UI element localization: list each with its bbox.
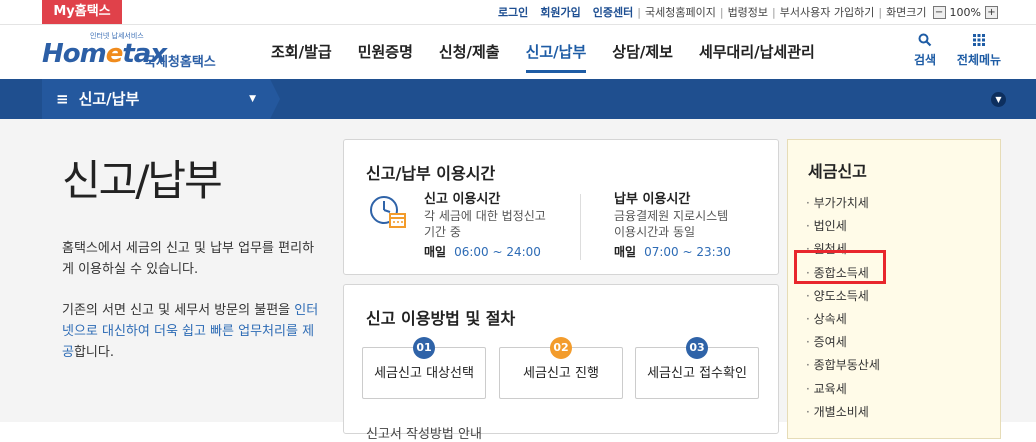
logo-korean-name: 국세청홈택스 [144, 55, 216, 70]
breadcrumb-bar: ≡ 신고/납부 ▼ ▼ [0, 79, 1036, 119]
tax-item-vat[interactable]: 부가가치세 [806, 192, 880, 215]
tax-item-property[interactable]: 종합부동산세 [806, 354, 880, 377]
tax-item-corporate[interactable]: 법인세 [806, 215, 880, 238]
breadcrumb-dropdown[interactable]: ≡ 신고/납부 ▼ [42, 79, 270, 119]
global-nav: 조회/발급 민원증명 신청/제출 신고/납부 상담/제보 세무대리/납세관리 [258, 25, 828, 79]
divider: | [637, 5, 641, 19]
tax-item-consumption[interactable]: 개별소비세 [806, 401, 880, 424]
zoom-control: − 100% + [932, 5, 998, 19]
tax-item-education[interactable]: 교육세 [806, 378, 880, 401]
payment-hours: 납부 이용시간 금융결제원 지로시스템 이용시간과 동일 매일 07:00 ~ 2… [614, 192, 731, 259]
gnb-inquiry-issuance[interactable]: 조회/발급 [258, 25, 345, 79]
utility-links: 로그인 회원가입 인증센터 | 국세청홈페이지 | 법령정보 | 부서사용자 가… [486, 4, 998, 20]
tax-filing-menu: 세금신고 부가가치세 법인세 원천세 종합소득세 양도소득세 상속세 증여세 종… [787, 139, 1001, 439]
clock-calendar-icon [368, 192, 408, 232]
intro-section: 신고/납부 홈택스에서 세금의 신고 및 납부 업무를 편리하게 이용하실 수 … [62, 147, 322, 363]
gnb-civil-certificate[interactable]: 민원증명 [345, 25, 426, 79]
divider [580, 194, 581, 260]
search-button[interactable]: 검색 [905, 33, 945, 68]
page-title: 신고/납부 [62, 156, 223, 205]
zoom-value: 100% [949, 5, 981, 19]
tax-item-capital-gains[interactable]: 양도소득세 [806, 285, 880, 308]
my-hometax-button[interactable]: My홈택스 [42, 0, 122, 24]
signup-link[interactable]: 회원가입 [540, 4, 580, 20]
gnb-tax-agent[interactable]: 세무대리/납세관리 [686, 25, 828, 79]
law-info-link[interactable]: 법령정보 [728, 4, 768, 20]
step-proceed-filing[interactable]: 02 세금신고 진행 [499, 337, 623, 399]
step-number: 02 [550, 337, 572, 359]
utility-bar: My홈택스 로그인 회원가입 인증센터 | 국세청홈페이지 | 법령정보 | 부… [0, 0, 1036, 25]
tax-filing-title: 세금신고 [808, 162, 867, 181]
zoom-out-button[interactable]: − [932, 5, 946, 19]
expand-chevron-icon[interactable]: ▼ [991, 92, 1006, 107]
tax-item-gift[interactable]: 증여세 [806, 331, 880, 354]
tax-list: 부가가치세 법인세 원천세 종합소득세 양도소득세 상속세 증여세 종합부동산세… [806, 192, 880, 424]
procedure-card: 신고 이용방법 및 절차 01 세금신고 대상선택 02 세금신고 진행 03 … [343, 284, 779, 442]
search-label: 검색 [913, 53, 937, 67]
gnb-application[interactable]: 신청/제출 [426, 25, 513, 79]
step-number: 01 [413, 337, 435, 359]
gnb-consult-report[interactable]: 상담/제보 [599, 25, 686, 79]
procedure-title: 신고 이용방법 및 절차 [366, 309, 516, 328]
breadcrumb-arrow [270, 79, 280, 119]
step-number: 03 [686, 337, 708, 359]
filing-hours: 신고 이용시간 각 세금에 대한 법정신고 기간 중 매일 06:00 ~ 24:… [424, 192, 546, 259]
search-icon [905, 33, 945, 51]
intro-paragraph-2: 기존의 서면 신고 및 세무서 방문의 불편을 인터넷으로 대신하여 더욱 쉽고… [62, 303, 319, 360]
main-content: 신고/납부 홈택스에서 세금의 신고 및 납부 업무를 편리하게 이용하실 수 … [0, 119, 1036, 442]
nts-homepage-link[interactable]: 국세청홈페이지 [645, 4, 716, 20]
dept-user-signup-link[interactable]: 부서사용자 가입하기 [780, 4, 875, 20]
all-menu-button[interactable]: 전체메뉴 [953, 33, 1005, 68]
login-link[interactable]: 로그인 [498, 4, 528, 20]
hometax-logo[interactable]: 인터넷 납세서비스 Hometax 국세청홈택스 [42, 31, 222, 75]
usage-time-title: 신고/납부 이용시간 [366, 164, 496, 183]
main-header: 인터넷 납세서비스 Hometax 국세청홈택스 조회/발급 민원증명 신청/제… [0, 25, 1036, 79]
usage-time-card: 신고/납부 이용시간 신고 이용시간 각 세금에 대한 법정신고 기간 중 매일… [343, 139, 779, 275]
all-menu-label: 전체메뉴 [956, 53, 1002, 67]
step-select-target[interactable]: 01 세금신고 대상선택 [362, 337, 486, 399]
grid-menu-icon [953, 33, 1005, 51]
caret-down-icon: ▼ [249, 94, 256, 104]
divider: | [772, 5, 776, 19]
intro-paragraph-1: 홈택스에서 세금의 신고 및 납부 업무를 편리하게 이용하실 수 있습니다. [62, 241, 315, 277]
divider: | [719, 5, 724, 19]
screen-size-label: 화면크기 [886, 6, 927, 19]
step-confirm-receipt[interactable]: 03 세금신고 접수확인 [635, 337, 759, 399]
hamburger-icon: ≡ [56, 90, 69, 108]
tax-item-inheritance[interactable]: 상속세 [806, 308, 880, 331]
breadcrumb-label: 신고/납부 [78, 90, 140, 108]
divider: | [878, 5, 883, 19]
cert-center-link[interactable]: 인증센터 [593, 4, 633, 20]
gnb-filing-payment[interactable]: 신고/납부 [513, 25, 600, 79]
zoom-in-button[interactable]: + [985, 5, 998, 19]
form-guide-heading: 신고서 작성방법 안내 [366, 427, 482, 442]
highlight-box [794, 250, 886, 284]
